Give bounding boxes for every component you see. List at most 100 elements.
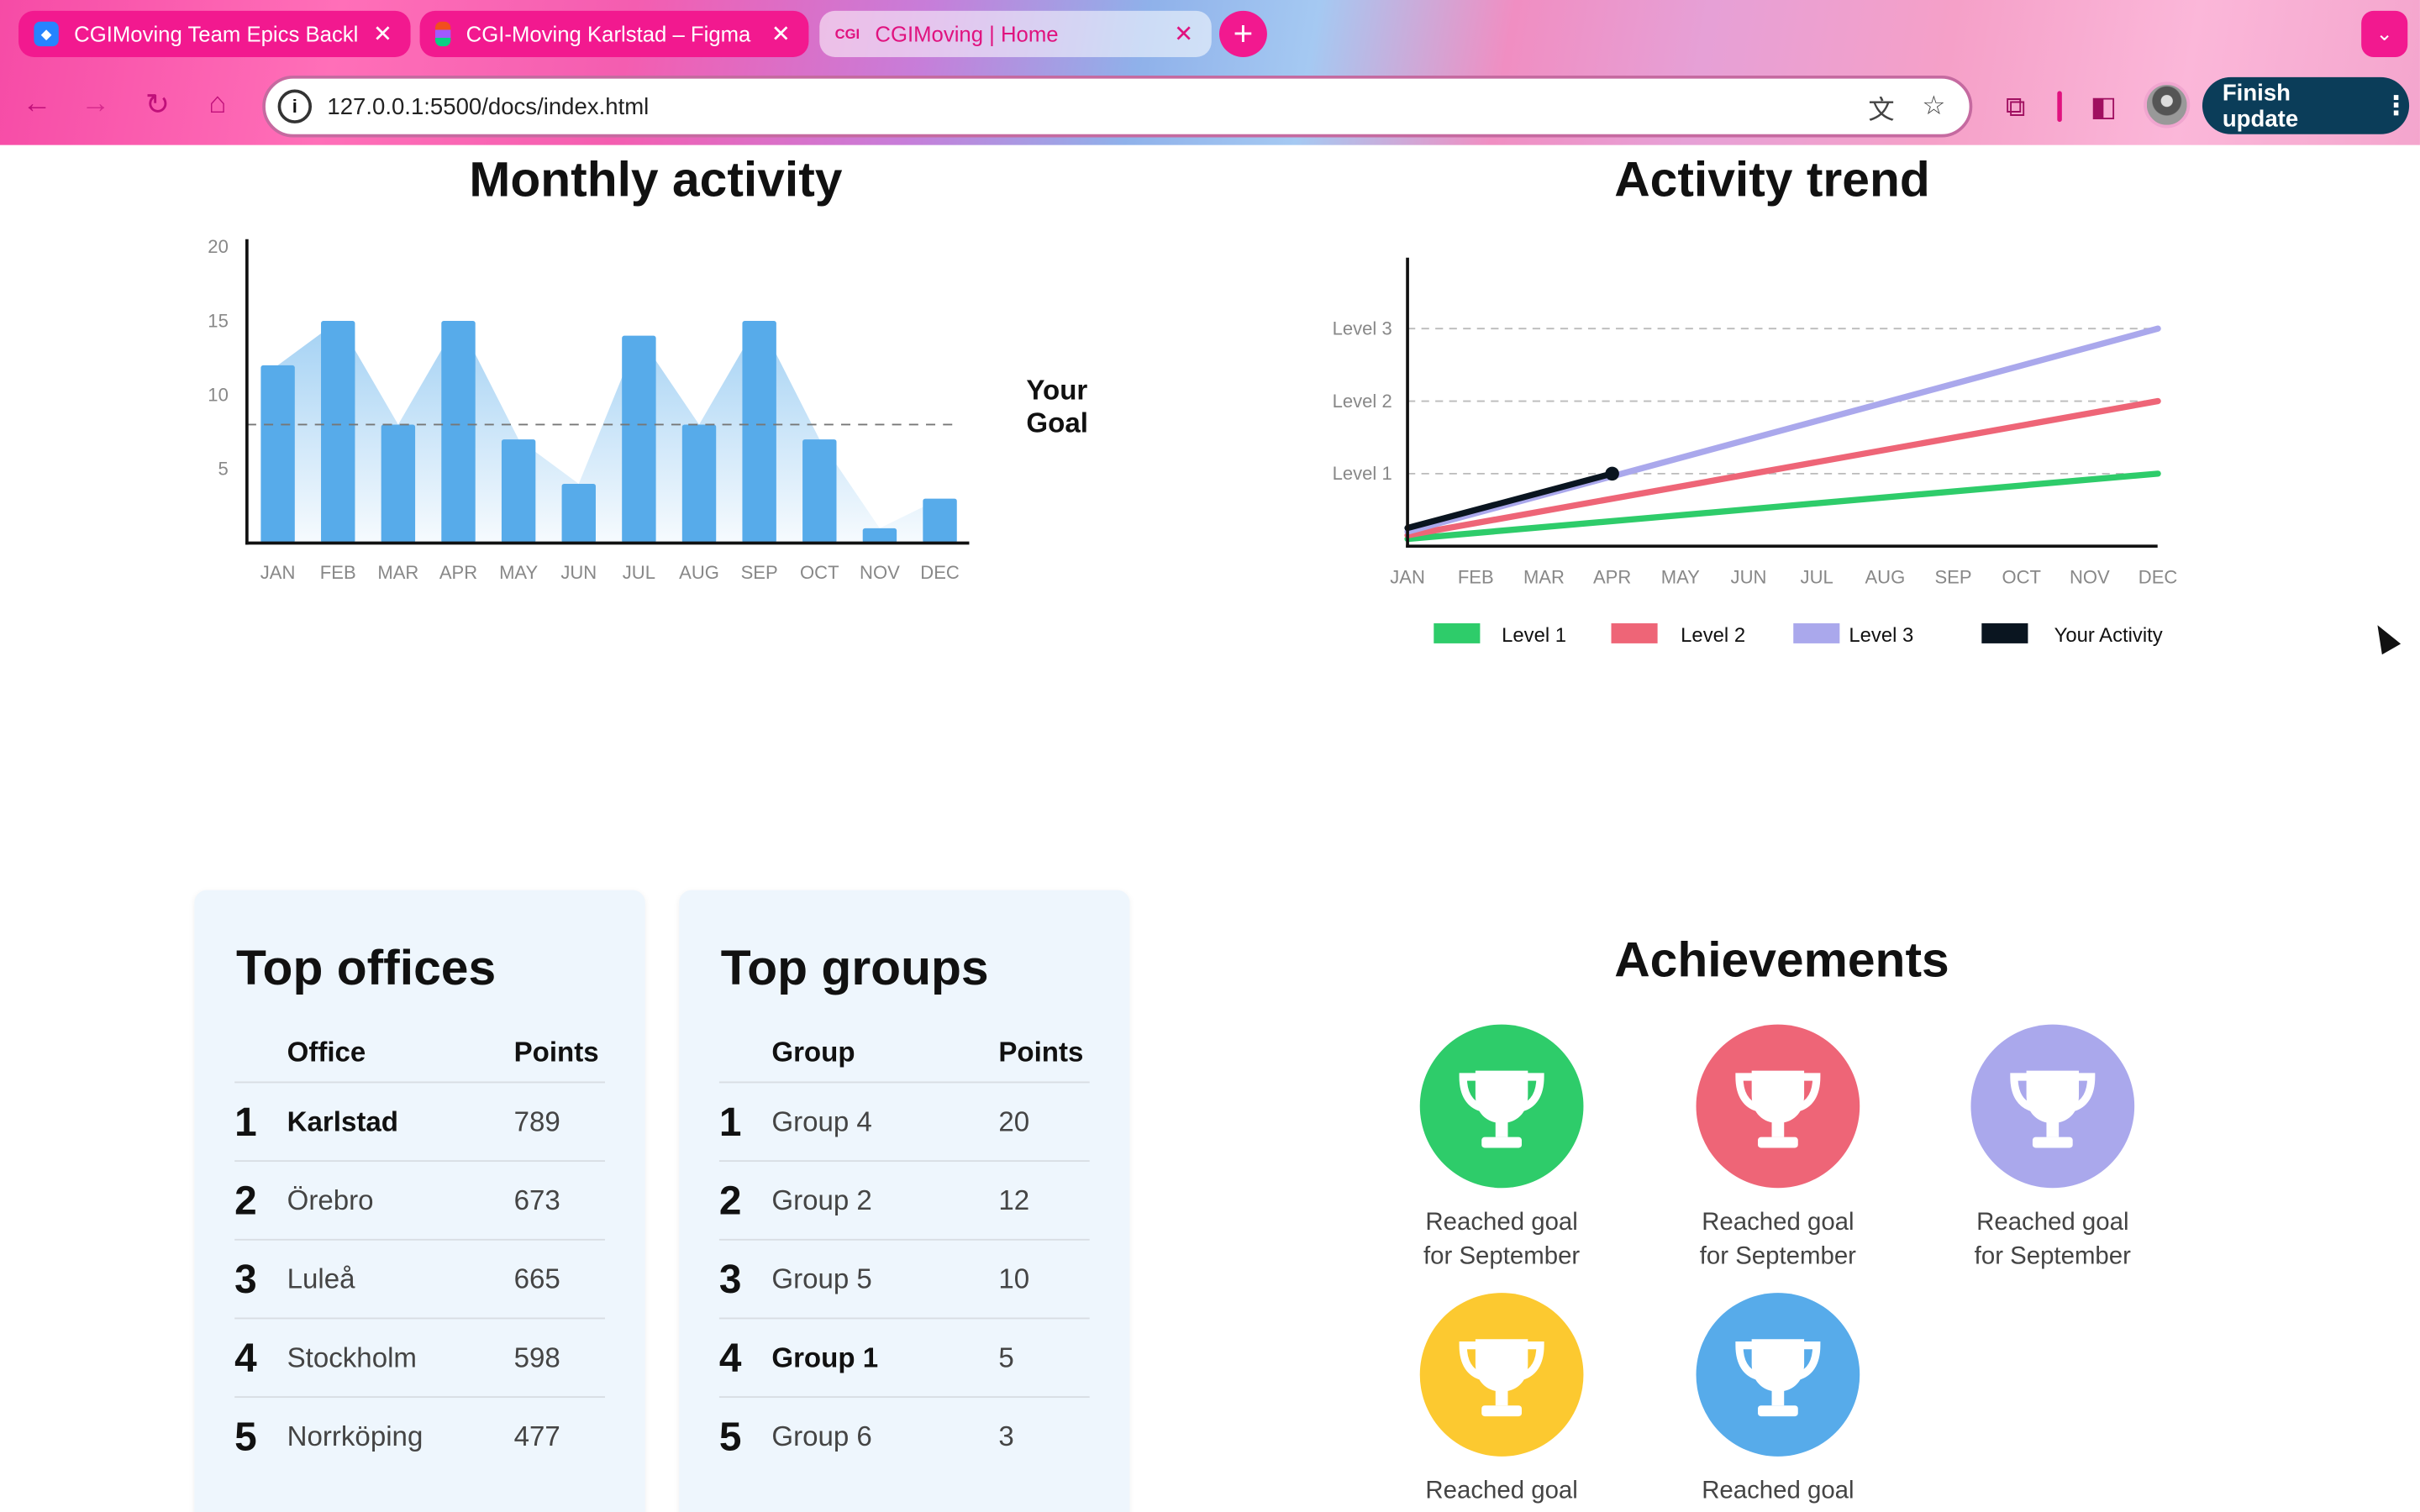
bar (381, 424, 416, 543)
bar (441, 321, 476, 543)
table-row: 5 Group 6 3 (718, 1396, 1090, 1475)
x-tick-label: MAR (377, 562, 418, 583)
toolbar-divider (2057, 91, 2062, 123)
activity-trend-title: Activity trend (1614, 150, 1930, 207)
mouse-cursor (2368, 619, 2402, 655)
activity-area (277, 321, 940, 543)
rank: 4 (718, 1334, 742, 1381)
figma-icon (434, 21, 451, 47)
x-tick-label: NOV (2070, 566, 2110, 587)
row-points: 665 (513, 1263, 560, 1294)
table-row: 2 Group 2 12 (718, 1160, 1090, 1239)
translate-icon[interactable]: 文 (1865, 90, 1898, 124)
back-icon[interactable]: ← (15, 83, 58, 126)
y-tick-label: 10 (208, 385, 229, 406)
caption-line-2: for September (1423, 1243, 1581, 1270)
y-tick-label: 15 (208, 310, 229, 331)
bookmark-star-icon[interactable]: ☆ (1917, 90, 1950, 123)
close-icon[interactable]: ✕ (1171, 20, 1196, 48)
table-row: 4 Stockholm 598 (234, 1317, 605, 1397)
group-column-header: Group (771, 1037, 855, 1068)
row-points: 477 (513, 1420, 560, 1452)
trophy-icon (1696, 1024, 1860, 1189)
legend-label: Your Activity (2054, 624, 2163, 647)
achievement-badge[interactable]: Reached goal for September (1647, 1024, 1909, 1275)
row-points: 598 (513, 1341, 560, 1373)
new-tab-button[interactable]: + (1218, 10, 1267, 57)
tab-strip: ◆ CGIMoving Team Epics Backlog ✕ CGI-Mov… (0, 0, 2420, 65)
y-tick-label: Level 3 (1333, 318, 1392, 339)
tab-figma[interactable]: CGI-Moving Karlstad – Figma ✕ (419, 10, 809, 57)
browser-chrome: ◆ CGIMoving Team Epics Backlog ✕ CGI-Mov… (0, 0, 2420, 145)
achievements-title: Achievements (1614, 932, 1949, 988)
rank: 2 (234, 1177, 257, 1224)
caption-line-2: for September (1974, 1243, 2131, 1270)
row-name: Luleå (287, 1263, 355, 1294)
monthly-activity-chart: 5 10 15 20 JAN FEB MAR APR MAY JUN JUL AUG SEP OCT NOV… (208, 236, 970, 583)
legend-swatch (1981, 623, 2028, 643)
x-tick-label: MAR (1523, 566, 1565, 587)
tab-jira[interactable]: ◆ CGIMoving Team Epics Backlog ✕ (18, 10, 411, 57)
home-icon[interactable]: ⌂ (196, 83, 239, 126)
bar (501, 439, 536, 543)
caption-line-2: for September (1647, 1509, 1909, 1512)
legend-label: Level 1 (1502, 624, 1566, 647)
goal-label-line-2: Goal (1026, 407, 1088, 438)
rank: 5 (718, 1413, 742, 1460)
caption-line-1: Reached goal (1425, 1478, 1578, 1504)
forward-icon[interactable]: → (74, 83, 117, 126)
achievement-caption: Reached goal for September (1647, 1206, 1909, 1274)
address-bar[interactable]: i 127.0.0.1:5500/docs/index.html 文 ☆ (262, 75, 1973, 138)
row-points: 673 (513, 1184, 560, 1216)
monthly-activity-title: Monthly activity (469, 150, 843, 207)
rank: 1 (234, 1098, 257, 1145)
row-points: 5 (998, 1341, 1014, 1373)
x-tick-label: MAY (1661, 566, 1700, 587)
tab-title: CGIMoving Team Epics Backlog (74, 21, 359, 47)
url-text[interactable]: 127.0.0.1:5500/docs/index.html (327, 93, 1864, 119)
caption-line-1: Reached goal (1702, 1209, 1854, 1236)
achievement-badge[interactable]: Reached goal for September (1922, 1024, 2184, 1275)
x-tick-label: AUG (679, 562, 719, 583)
rank: 3 (718, 1256, 742, 1303)
row-points: 12 (998, 1184, 1030, 1216)
achievement-caption: Reached goal for September (1370, 1206, 1633, 1274)
row-points: 3 (998, 1420, 1014, 1452)
achievement-caption: Reached goal for September (1370, 1475, 1633, 1512)
row-name: Group 1 (771, 1341, 879, 1373)
caption-line-1: Reached goal (1425, 1209, 1578, 1236)
tab-search-icon[interactable]: ⌄ (2361, 10, 2408, 57)
achievement-badge[interactable]: Reached goal for September (1647, 1293, 1909, 1512)
y-tick-label: Level 1 (1333, 463, 1392, 484)
x-tick-label: JAN (1390, 566, 1425, 587)
table-row: 1 Karlstad 789 (234, 1081, 605, 1161)
extensions-icon[interactable]: ⧉ (1996, 87, 2036, 127)
tab-cgimoving-home[interactable]: CGI CGIMoving | Home ✕ (819, 10, 1212, 57)
bar (321, 321, 355, 543)
row-points: 20 (998, 1105, 1030, 1137)
reload-icon[interactable]: ↻ (136, 83, 179, 126)
achievement-caption: Reached goal for September (1647, 1475, 1909, 1512)
table-row: 3 Group 5 10 (718, 1238, 1090, 1318)
x-tick-label: DEC (920, 562, 960, 583)
x-tick-label: JUN (1731, 566, 1767, 587)
profile-avatar[interactable] (2144, 81, 2191, 129)
finish-update-button[interactable]: Finish update ⋮ (2202, 76, 2410, 134)
achievement-badge[interactable]: Reached goal for September (1370, 1293, 1633, 1512)
trophy-icon (1419, 1293, 1584, 1457)
bar (622, 335, 656, 543)
side-panel-icon[interactable]: ◧ (2084, 87, 2124, 127)
close-icon[interactable]: ✕ (371, 20, 395, 48)
x-tick-label: SEP (1934, 566, 1971, 587)
bar (561, 483, 596, 543)
achievement-badge[interactable]: Reached goal for September (1370, 1024, 1633, 1275)
cgi-favicon: CGI (834, 26, 860, 42)
series-line (1404, 397, 2161, 538)
bar (862, 528, 897, 543)
legend-label: Level 2 (1681, 624, 1745, 647)
trophy-icon (1970, 1024, 2135, 1189)
site-info-icon[interactable]: i (277, 89, 313, 123)
goal-label: Your Goal (1026, 375, 1087, 439)
close-icon[interactable]: ✕ (769, 20, 793, 48)
x-tick-label: FEB (1458, 566, 1494, 587)
